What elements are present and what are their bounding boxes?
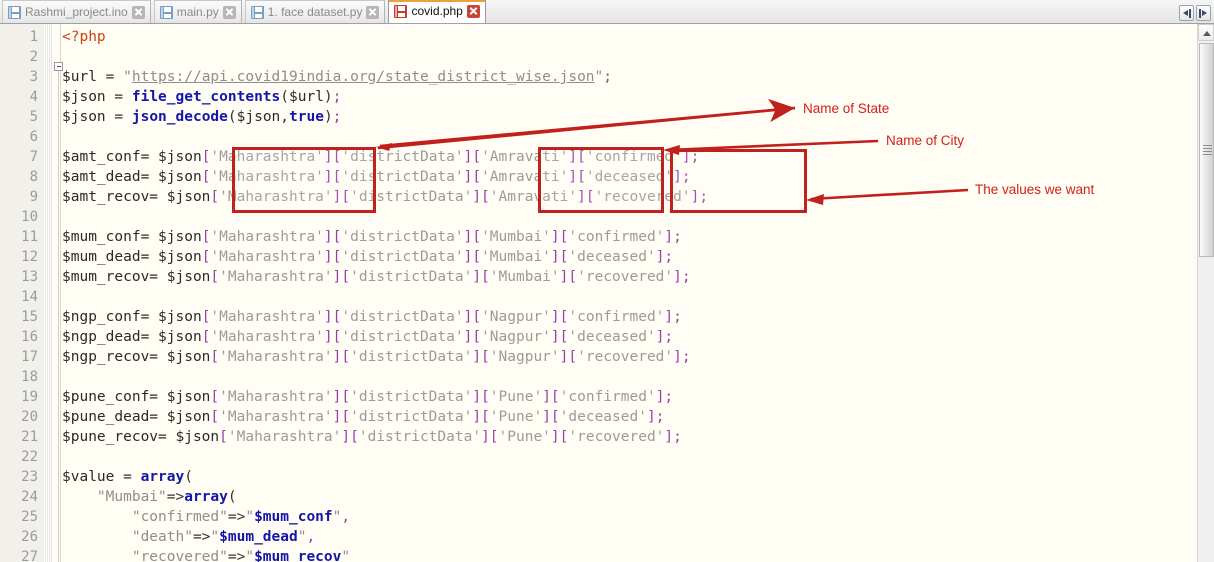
- line-number: 26: [21, 529, 38, 545]
- code-line-16: $ngp_dead= $json['Maharashtra']['distric…: [62, 329, 674, 345]
- code-line-3: $url = "https://api.covid19india.org/sta…: [62, 69, 613, 85]
- code-editor-window: Rashmi_project.ino main.py 1. face datas…: [0, 0, 1214, 562]
- line-number: 16: [21, 329, 38, 345]
- close-icon[interactable]: [222, 5, 236, 19]
- code-line-19: $pune_conf= $json['Maharashtra']['distri…: [62, 389, 674, 405]
- scrollbar-thumb[interactable]: [1199, 43, 1214, 257]
- code-line-24: "Mumbai"=>array(: [96, 489, 237, 505]
- tab-label: main.py: [176, 5, 219, 19]
- line-number: 4: [29, 89, 38, 105]
- line-number: 21: [21, 429, 38, 445]
- floppy-disk-icon: [8, 5, 21, 19]
- code-line-23: $value = array(: [62, 469, 193, 485]
- floppy-disk-icon: [159, 5, 173, 19]
- tab-label: Rashmi_project.ino: [25, 5, 128, 19]
- close-icon[interactable]: [466, 4, 480, 18]
- tab-rashmi-project-ino[interactable]: Rashmi_project.ino: [2, 0, 151, 23]
- line-number: 8: [29, 169, 38, 185]
- vertical-scrollbar[interactable]: [1197, 24, 1214, 562]
- line-number: 10: [21, 209, 38, 225]
- line-number: 9: [29, 189, 38, 205]
- line-number: 15: [21, 309, 38, 325]
- line-number: 24: [21, 489, 38, 505]
- tab-label: covid.php: [411, 4, 463, 18]
- code-line-12: $mum_dead= $json['Maharashtra']['distric…: [62, 249, 674, 265]
- line-number: 14: [21, 289, 38, 305]
- line-number-gutter: 1 2 3 4 5 6 7 8 9 10 11 12 13 14 15 16 1…: [0, 24, 44, 562]
- api-url-text: https://api.covid19india.org/state_distr…: [131, 69, 595, 85]
- line-number: 11: [21, 229, 38, 245]
- editor-tab-bar: Rashmi_project.ino main.py 1. face datas…: [0, 0, 1214, 24]
- line-number: 3: [29, 69, 38, 85]
- php-open-tag: <?php: [62, 29, 106, 45]
- line-number: 2: [29, 49, 38, 65]
- code-line-13: $mum_recov= $json['Maharashtra']['distri…: [62, 269, 691, 285]
- code-line-15: $ngp_conf= $json['Maharashtra']['distric…: [62, 309, 682, 325]
- line-number: 19: [21, 389, 38, 405]
- line-number: 18: [21, 369, 38, 385]
- code-line-20: $pune_dead= $json['Maharashtra']['distri…: [62, 409, 665, 425]
- code-line-21: $pune_recov= $json['Maharashtra']['distr…: [62, 429, 682, 445]
- editor-body[interactable]: 1 2 3 4 5 6 7 8 9 10 11 12 13 14 15 16 1…: [0, 24, 1214, 562]
- code-folding-rail[interactable]: [53, 24, 61, 562]
- code-content[interactable]: <?php $url = "https://api.covid19india.o…: [62, 24, 1192, 562]
- code-line-17: $ngp_recov= $json['Maharashtra']['distri…: [62, 349, 691, 365]
- code-line-27: "recovered"=>"$mum_recov": [131, 549, 351, 562]
- line-number: 5: [29, 109, 38, 125]
- line-number: 7: [29, 149, 38, 165]
- line-number: 13: [21, 269, 38, 285]
- line-number: 1: [29, 29, 38, 45]
- floppy-disk-icon: [394, 4, 408, 18]
- tab-label: 1. face dataset.py: [267, 5, 363, 19]
- code-line-9: $amt_recov= $json['Maharashtra']['distri…: [62, 189, 709, 205]
- scrollbar-grip-icon: [1203, 145, 1212, 155]
- tab-covid-php[interactable]: covid.php: [388, 0, 486, 23]
- line-number: 6: [29, 129, 38, 145]
- tab-main-py[interactable]: main.py: [153, 0, 242, 23]
- line-number: 23: [21, 469, 38, 485]
- line-number: 27: [21, 549, 38, 562]
- fold-guide-line: [58, 71, 59, 562]
- line-number: 25: [21, 509, 38, 525]
- line-number: 12: [21, 249, 38, 265]
- tab-scroll-right-button[interactable]: [1196, 5, 1211, 21]
- gutter-separator: [44, 24, 53, 562]
- tab-scroll-left-button[interactable]: [1179, 5, 1194, 21]
- code-line-26: "death"=>"$mum_dead",: [131, 529, 316, 545]
- line-number: 17: [21, 349, 38, 365]
- code-line-4: $json = file_get_contents($url);: [62, 89, 342, 105]
- code-line-1: <?php: [62, 27, 1192, 47]
- tab-face-dataset-py[interactable]: 1. face dataset.py: [244, 0, 386, 23]
- code-line-7: $amt_conf= $json['Maharashtra']['distric…: [62, 149, 700, 165]
- line-number: 20: [21, 409, 38, 425]
- code-line-5: $json = json_decode($json,true);: [62, 109, 342, 125]
- code-line-25: "confirmed"=>"$mum_conf",: [131, 509, 351, 525]
- code-line-8: $amt_dead= $json['Maharashtra']['distric…: [62, 169, 691, 185]
- close-icon[interactable]: [366, 5, 380, 19]
- line-number: 22: [21, 449, 38, 465]
- close-icon[interactable]: [131, 5, 145, 19]
- code-line-11: $mum_conf= $json['Maharashtra']['distric…: [62, 229, 682, 245]
- scroll-up-arrow-icon[interactable]: [1198, 24, 1214, 41]
- floppy-disk-icon: [250, 5, 264, 19]
- tab-nav-buttons: [1179, 5, 1214, 23]
